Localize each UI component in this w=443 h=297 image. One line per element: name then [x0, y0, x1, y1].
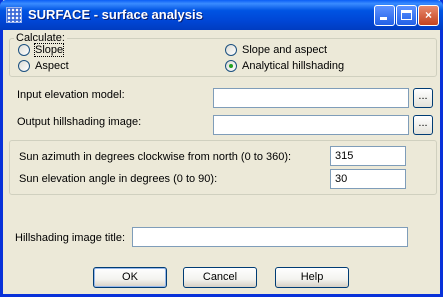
radio-aspect-indicator[interactable]: [18, 60, 30, 72]
radio-aspect-label: Aspect: [35, 60, 69, 72]
output-browse-button[interactable]: ...: [413, 115, 433, 135]
radio-analytical-hillshading-label: Analytical hillshading: [242, 60, 345, 72]
sun-elevation-field[interactable]: [330, 169, 406, 189]
radio-slope-label: Slope: [33, 43, 65, 57]
sun-azimuth-field[interactable]: [330, 146, 406, 166]
minimize-button[interactable]: [374, 5, 395, 26]
calculate-group: Calculate:: [9, 32, 437, 77]
minimize-icon: [380, 17, 387, 20]
maximize-icon: [401, 10, 412, 20]
radio-aspect[interactable]: Aspect: [18, 60, 69, 72]
input-elevation-label: Input elevation model:: [17, 89, 125, 101]
calculate-legend: Calculate:: [16, 32, 65, 44]
radio-slope-and-aspect-indicator[interactable]: [225, 44, 237, 56]
input-browse-button[interactable]: ...: [413, 88, 433, 108]
output-hillshading-field[interactable]: [213, 115, 409, 135]
dialog-window: SURFACE - surface analysis × Calculate: …: [0, 0, 443, 297]
image-title-field[interactable]: [132, 227, 408, 247]
radio-slope-indicator[interactable]: [18, 44, 30, 56]
radio-slope-and-aspect-label: Slope and aspect: [242, 44, 328, 56]
sun-elevation-label: Sun elevation angle in degrees (0 to 90)…: [19, 173, 218, 185]
ok-button[interactable]: OK: [93, 267, 167, 288]
title-bar[interactable]: SURFACE - surface analysis ×: [0, 0, 443, 30]
radio-analytical-hillshading[interactable]: Analytical hillshading: [225, 60, 344, 72]
image-title-label: Hillshading image title:: [15, 232, 126, 244]
output-hillshading-label: Output hillshading image:: [17, 116, 142, 128]
radio-slope-and-aspect[interactable]: Slope and aspect: [225, 44, 327, 56]
close-icon: ×: [424, 8, 432, 22]
window-title: SURFACE - surface analysis: [28, 7, 203, 22]
maximize-button[interactable]: [396, 5, 417, 26]
sun-azimuth-label: Sun azimuth in degrees clockwise from no…: [19, 151, 292, 163]
input-elevation-field[interactable]: [213, 88, 409, 108]
radio-analytical-hillshading-indicator[interactable]: [225, 60, 237, 72]
close-button[interactable]: ×: [418, 5, 439, 26]
help-button[interactable]: Help: [275, 267, 349, 288]
cancel-button[interactable]: Cancel: [183, 267, 257, 288]
radio-slope[interactable]: Slope: [18, 43, 65, 57]
app-icon: [6, 7, 22, 23]
